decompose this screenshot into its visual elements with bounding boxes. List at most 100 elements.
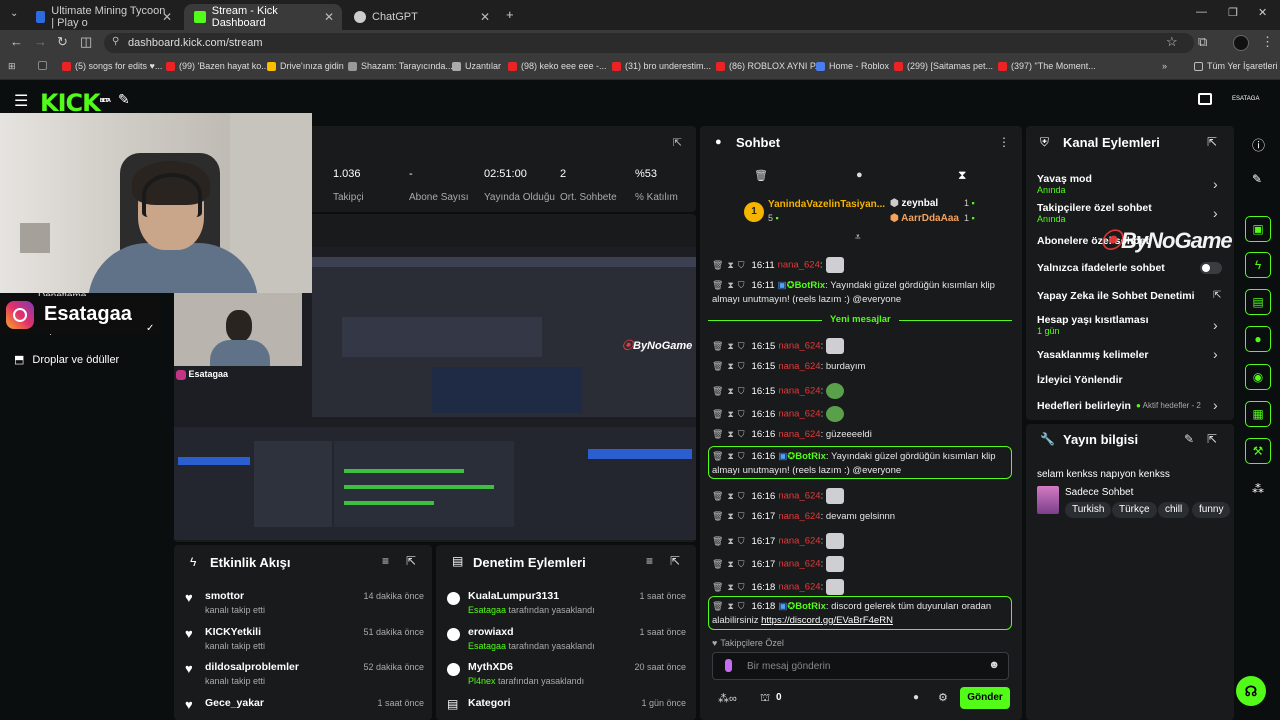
minimize-icon[interactable]: — (1196, 6, 1207, 18)
gifter-row[interactable]: ⬢ zeynbal (890, 198, 938, 209)
mic-icon[interactable] (725, 659, 732, 672)
info-icon[interactable]: ⓘ (1252, 135, 1265, 154)
stream-tag[interactable]: Türkçe (1112, 502, 1157, 518)
menu-kebab-icon[interactable]: ⋮ (1261, 34, 1274, 50)
action-goals[interactable]: Hedefleri belirleyin (1037, 400, 1131, 412)
tools-icon[interactable]: ✎ (118, 91, 130, 108)
popout-icon[interactable]: ⇱ (1207, 135, 1217, 149)
emoji-icon[interactable]: ☻ (988, 659, 1000, 671)
settings-gear-icon[interactable]: ⚙ (938, 691, 948, 704)
bookmark-item[interactable]: Drive'ınıza gidin (267, 61, 344, 71)
stream-category[interactable]: Sadece Sohbet (1065, 487, 1133, 498)
action-emote-only[interactable]: Yalnızca ifadelerle sohbet (1037, 262, 1165, 274)
close-window-icon[interactable]: ✕ (1258, 6, 1267, 19)
stream-tag[interactable]: Turkish (1065, 502, 1112, 518)
hourglass-icon[interactable]: ⧗ (958, 168, 966, 183)
tab-list-icon[interactable]: ⌄ (10, 8, 18, 19)
bookmark-item[interactable]: (98) keko eee eee -... (508, 61, 607, 71)
layout-button-icon[interactable]: ▦ (1245, 401, 1271, 427)
rail-button-1[interactable]: ▣ (1245, 216, 1271, 242)
popout-icon[interactable]: ⇱ (1207, 432, 1217, 446)
action-ai-moderation[interactable]: Yapay Zeka ile Sohbet Denetimi (1037, 290, 1195, 302)
send-button[interactable]: Gönder (960, 687, 1010, 709)
chat-input[interactable]: Bir mesaj gönderin ☻ (712, 652, 1009, 680)
bookmark-item[interactable]: (31) bro underestim... (612, 61, 711, 71)
category-thumbnail[interactable] (1037, 486, 1059, 514)
edit-icon[interactable]: ✎ (1252, 172, 1262, 186)
user-menu[interactable]: ESATAGA (1232, 96, 1259, 102)
bookmark-item[interactable]: (99) 'Bazen hayat ko... (166, 61, 269, 71)
close-tab-icon[interactable]: ✕ (324, 10, 334, 24)
chevron-right-icon[interactable]: › (1213, 397, 1218, 413)
chat-button-icon[interactable]: ● (1245, 326, 1271, 352)
activity-username[interactable]: Gece_yakar (205, 697, 264, 709)
bookmark-item[interactable]: (5) songs for edits ♥... (62, 61, 162, 71)
forward-icon[interactable]: → (34, 34, 47, 49)
bookmark-a[interactable] (38, 61, 51, 70)
site-info-icon[interactable]: ⚲ (112, 36, 119, 47)
action-followers-only[interactable]: Takipçilere özel sohbet Anında (1037, 202, 1152, 224)
profile-avatar[interactable] (1233, 35, 1249, 51)
gifter-row[interactable]: ⬢ AarrDdaAaa (890, 213, 959, 224)
broadcast-button-icon[interactable]: ◉ (1245, 364, 1271, 390)
action-raid[interactable]: İzleyici Yönlendir (1037, 374, 1123, 386)
gift-icon[interactable]: ⛫ (760, 692, 770, 706)
stream-tag[interactable]: funny (1192, 502, 1231, 518)
bookmark-item[interactable]: Shazam: Tarayıcında... (348, 61, 453, 71)
action-slow-mode[interactable]: Yavaş mod Anında (1037, 173, 1092, 195)
bookmark-item[interactable]: (86) ROBLOX AYNI P... (716, 61, 822, 71)
emote-only-toggle[interactable] (1200, 262, 1222, 274)
bookmark-item[interactable]: Uzantılar (452, 61, 501, 71)
chevron-right-icon[interactable]: › (1213, 176, 1218, 192)
bookmark-item[interactable]: Home - Roblox (816, 61, 889, 71)
moderation-username[interactable]: KualaLumpur3131 (468, 590, 559, 602)
bookmark-item[interactable]: (397) "The Moment... (998, 61, 1096, 71)
activity-username[interactable]: dildosalproblemler (205, 661, 299, 673)
hamburger-menu-icon[interactable]: ☰ (14, 91, 28, 111)
expand-icon[interactable]: ⇱ (673, 136, 682, 149)
filter-icon[interactable]: ≡ (382, 554, 389, 568)
more-bookmarks-icon[interactable]: » (1162, 61, 1167, 71)
wrench-button-icon[interactable]: ⚒ (1245, 438, 1271, 464)
close-tab-icon[interactable]: ✕ (162, 10, 172, 24)
lightning-button-icon[interactable]: ϟ (1245, 252, 1271, 278)
back-icon[interactable]: ← (10, 34, 23, 49)
discord-link[interactable]: https://discord.gg/EVaBrF4eRN (761, 615, 893, 626)
tab-chatgpt[interactable]: ChatGPT ✕ (344, 4, 498, 30)
tab-mining-tycoon[interactable]: Ultimate Mining Tycoon | Play o ✕ (26, 4, 180, 30)
filter-icon[interactable]: ≡ (646, 554, 653, 568)
popout-icon[interactable]: ⇱ (406, 554, 416, 568)
moderation-username[interactable]: MythXD6 (468, 661, 513, 673)
popout-icon[interactable]: ⇱ (670, 554, 680, 568)
bookmark-star-icon[interactable]: ☆ (1166, 34, 1178, 50)
split-view-icon[interactable]: ◫ (80, 34, 92, 50)
chat-bubble-icon[interactable]: ● (913, 692, 919, 703)
kick-mini-logo-icon[interactable] (1198, 93, 1212, 105)
url-field[interactable]: ⚲ dashboard.kick.com/stream (104, 33, 1194, 53)
tab-kick-dashboard[interactable]: Stream - Kick Dashboard ✕ (184, 4, 342, 30)
more-dots-icon[interactable]: ⁂ (1252, 482, 1264, 496)
chevron-right-icon[interactable]: › (1213, 205, 1218, 221)
chat-options-icon[interactable]: ● (856, 169, 863, 181)
activity-username[interactable]: KICKYetkili (205, 626, 261, 638)
close-tab-icon[interactable]: ✕ (480, 10, 490, 24)
action-banned-words[interactable]: Yasaklanmış kelimeler (1037, 349, 1149, 361)
support-headset-icon[interactable]: ☊ (1236, 676, 1266, 706)
points-icon[interactable]: ⁂∞ (718, 692, 737, 705)
reload-icon[interactable]: ↻ (57, 34, 68, 50)
chat-menu-icon[interactable]: ⋮ (998, 135, 1010, 149)
moderation-username[interactable]: erowiaxd (468, 626, 514, 638)
top-gifter-name[interactable]: YanindaVazelinTasiyan... (768, 199, 885, 210)
bookmark-item[interactable]: (299) [Saitamas pet... (894, 61, 993, 71)
edit-pencil-icon[interactable]: ✎ (1184, 432, 1194, 446)
trash-icon[interactable]: 🗑 (754, 169, 768, 182)
chevron-right-icon[interactable]: › (1213, 346, 1218, 362)
new-tab-icon[interactable]: + (506, 7, 514, 22)
all-bookmarks[interactable]: Tüm Yer İşaretleri (1194, 61, 1278, 71)
clipboard-button-icon[interactable]: ▤ (1245, 289, 1271, 315)
stream-tag[interactable]: chill (1158, 502, 1190, 518)
apps-grid-icon[interactable]: ⊞ (8, 61, 16, 72)
extensions-icon[interactable]: ⧉ (1198, 34, 1207, 50)
activity-username[interactable]: smottor (205, 590, 244, 602)
collapse-icon[interactable]: ⩡ (855, 232, 861, 243)
